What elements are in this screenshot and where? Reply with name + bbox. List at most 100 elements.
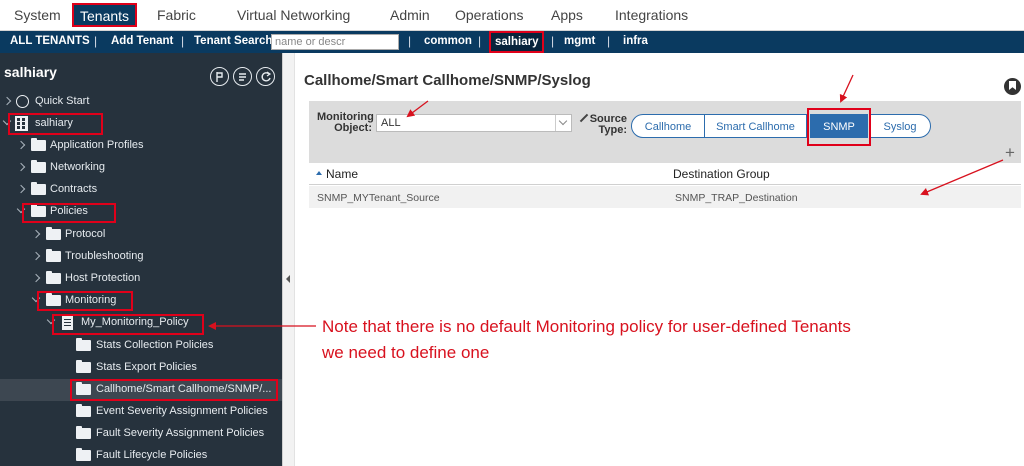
tenant-salhiary-link[interactable]: salhiary [489,31,545,53]
collapse-arrow-icon[interactable] [286,275,290,283]
chevron-right-icon[interactable] [16,184,26,194]
tree-item-application-profiles[interactable]: Application Profiles [0,135,282,157]
folder-icon [76,448,91,461]
source-type-label: Source Type: [589,113,627,136]
tree-label: Application Profiles [50,139,144,151]
source-type-syslog[interactable]: Syslog [869,114,931,138]
chevron-right-icon[interactable] [31,273,41,283]
tree-label: Fault Lifecycle Policies [96,449,208,461]
tree-item-event-severity-assignment-policies[interactable]: Event Severity Assignment Policies [0,401,282,423]
list-view-icon[interactable] [233,67,252,86]
chevron-down-icon[interactable] [46,315,56,325]
chevron-down-icon[interactable] [2,116,12,126]
cell-name: SNMP_MYTenant_Source [317,192,440,204]
tree-label: Callhome/Smart Callhome/SNMP/... [96,383,272,395]
separator: | [94,34,98,48]
menu-system[interactable]: System [14,7,61,23]
separator: | [478,34,482,48]
tree-label: Fault Severity Assignment Policies [96,427,265,439]
source-type-callhome[interactable]: Callhome [631,114,705,138]
tree-item-troubleshooting[interactable]: Troubleshooting [0,246,282,268]
chevron-right-icon[interactable] [31,251,41,261]
folder-icon [76,338,91,351]
menu-virtual-networking[interactable]: Virtual Networking [237,7,350,23]
chevron-right-icon[interactable] [16,140,26,150]
monitoring-object-label: Monitoring Object: [317,111,374,134]
folder-icon [46,227,61,240]
source-type-snmp[interactable]: SNMP [810,114,868,138]
flag-icon[interactable] [210,67,229,86]
tree-item-tenant-salhiary[interactable]: salhiary [0,113,282,135]
tenant-search-input[interactable] [271,34,399,50]
add-tenant-link[interactable]: Add Tenant [111,35,173,47]
all-tenants-link[interactable]: ALL TENANTS [10,35,90,47]
separator: | [408,34,412,48]
tree-item-quick-start[interactable]: Quick Start [0,91,282,113]
panel-splitter[interactable] [282,53,295,466]
tenant-mgmt-link[interactable]: mgmt [564,35,595,47]
folder-icon [31,204,46,217]
sort-ascending-icon[interactable] [316,171,322,175]
menu-apps[interactable]: Apps [551,7,583,23]
tree-label: Event Severity Assignment Policies [96,405,268,417]
folder-icon [76,426,91,439]
quick-start-icon [16,95,29,108]
refresh-icon[interactable] [256,67,275,86]
chevron-right-icon[interactable] [31,229,41,239]
tree-label: Host Protection [65,272,141,284]
tree-item-policies[interactable]: Policies [0,201,282,223]
source-type-smart-callhome[interactable]: Smart Callhome [704,114,807,138]
arrow-to-snmp-button [839,74,854,103]
tree-item-stats-collection-policies[interactable]: Stats Collection Policies [0,335,282,357]
add-icon[interactable]: + [1005,144,1015,161]
tree-item-fault-severity-assignment-policies[interactable]: Fault Severity Assignment Policies [0,423,282,445]
filter-toolbar: Monitoring Object: ALL Source Type: Call… [309,101,1021,163]
column-destination-group[interactable]: Destination Group [673,167,770,181]
tree-item-stats-export-policies[interactable]: Stats Export Policies [0,357,282,379]
page-title: Callhome/Smart Callhome/SNMP/Syslog [304,72,591,89]
tree-label: Contracts [50,183,98,195]
chevron-right-icon[interactable] [16,162,26,172]
folder-icon [76,404,91,417]
annotation-note-line2: we need to define one [322,343,490,362]
folder-icon [31,182,46,195]
menu-admin[interactable]: Admin [390,7,430,23]
chevron-down-icon[interactable] [16,204,26,214]
column-name[interactable]: Name [326,167,358,181]
tree-label: Quick Start [35,95,90,107]
tenant-submenu: ALL TENANTS | Add Tenant | Tenant Search… [0,31,1024,53]
tenant-common-link[interactable]: common [424,35,472,47]
folder-icon [46,249,61,262]
tree-item-fault-lifecycle-policies[interactable]: Fault Lifecycle Policies [0,445,282,466]
tree-label: Stats Export Policies [96,361,197,373]
tree-item-my-monitoring-policy[interactable]: My_Monitoring_Policy [0,312,282,334]
tree-item-monitoring[interactable]: Monitoring [0,290,282,312]
table-header: Name Destination Group [309,163,1021,185]
chevron-down-icon[interactable] [555,115,571,131]
folder-icon [46,293,61,306]
tree-item-protocol[interactable]: Protocol [0,224,282,246]
monitoring-object-select[interactable]: ALL [376,114,572,132]
tree-item-host-protection[interactable]: Host Protection [0,268,282,290]
tree-item-callhome-snmp-syslog[interactable]: Callhome/Smart Callhome/SNMP/... [0,379,282,401]
tenant-building-icon [15,116,28,131]
chevron-right-icon[interactable] [2,96,12,106]
bookmark-icon[interactable] [1004,78,1021,95]
tenant-infra-link[interactable]: infra [623,35,648,47]
separator: | [551,34,555,48]
tree-item-contracts[interactable]: Contracts [0,179,282,201]
chevron-down-icon[interactable] [31,293,41,303]
separator: | [607,34,611,48]
tree-label: My_Monitoring_Policy [81,316,189,328]
table-row[interactable]: SNMP_MYTenant_Source SNMP_TRAP_Destinati… [309,186,1021,208]
monitoring-object-value: ALL [381,117,401,129]
menu-fabric[interactable]: Fabric [157,7,196,23]
tree-item-networking[interactable]: Networking [0,157,282,179]
menu-operations[interactable]: Operations [455,7,523,23]
tree-label: Protocol [65,228,106,240]
navigation-sidebar: salhiary Quick Start salhiary Applicatio… [0,53,282,466]
annotation-note-line1: Note that there is no default Monitoring… [322,317,851,336]
menu-tenants[interactable]: Tenants [72,3,138,27]
tree-label: salhiary [35,117,73,129]
menu-integrations[interactable]: Integrations [615,7,688,23]
